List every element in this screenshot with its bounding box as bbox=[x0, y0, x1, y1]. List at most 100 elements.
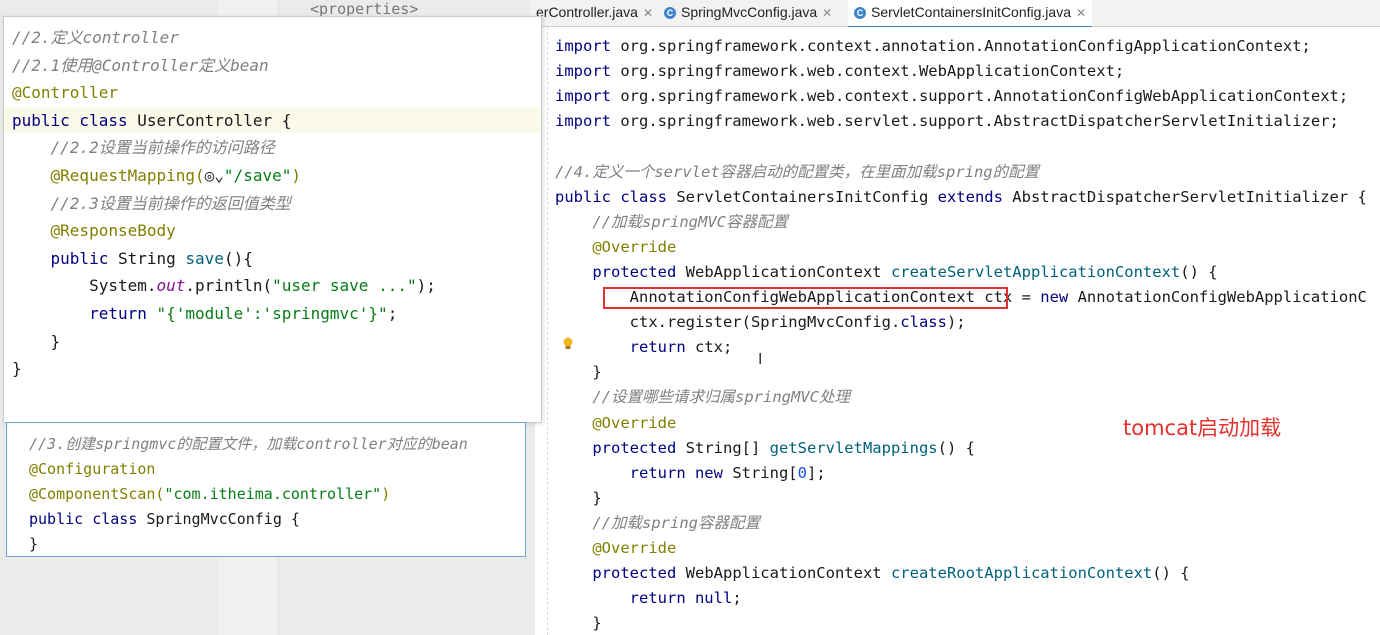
code-token: //2.定义controller bbox=[12, 28, 179, 47]
code-token: getServletMappings bbox=[769, 438, 938, 457]
code-token: () { bbox=[937, 438, 975, 457]
code-line: @Configuration bbox=[29, 457, 155, 482]
close-icon[interactable]: ✕ bbox=[1076, 6, 1086, 20]
code-token: @ComponentScan( bbox=[29, 485, 165, 503]
code-token: ) bbox=[291, 166, 301, 185]
code-token: public class bbox=[555, 187, 677, 206]
code-token: String[] bbox=[685, 438, 770, 457]
code-token: ServletContainersInitConfig bbox=[676, 187, 938, 206]
code-token: out bbox=[156, 276, 186, 296]
code-line: //加载springMVC容器配置 bbox=[555, 210, 788, 235]
code-line: //2.2设置当前操作的访问路径 bbox=[12, 135, 275, 160]
code-token: org.springframework.web.context.WebAppli… bbox=[620, 62, 1125, 81]
code-token: } bbox=[555, 488, 602, 507]
code-line: @ResponseBody bbox=[12, 218, 176, 243]
code-token: public bbox=[50, 248, 118, 268]
code-token: import bbox=[555, 37, 621, 55]
lightbulb-icon[interactable] bbox=[562, 337, 574, 351]
code-token: } bbox=[555, 363, 602, 382]
code-token: WebApplicationContext bbox=[685, 262, 891, 281]
code-token: org.springframework.web.context.support.… bbox=[620, 87, 1349, 106]
code-line: public class UserController { bbox=[12, 108, 291, 133]
code-token: () { bbox=[1152, 564, 1190, 583]
code-token: AnnotationConfigWebApplicationC bbox=[1077, 288, 1367, 306]
code-token: @RequestMapping( bbox=[50, 166, 205, 185]
code-line: //设置哪些请求归属springMVC处理 bbox=[555, 385, 850, 410]
code-token: { bbox=[281, 110, 292, 130]
close-icon[interactable]: ✕ bbox=[643, 6, 653, 20]
code-token: ctx; bbox=[694, 338, 733, 357]
code-token: new bbox=[1040, 288, 1078, 306]
code-token: return null bbox=[629, 589, 733, 608]
code-token: } bbox=[29, 535, 39, 553]
code-line: return ctx; bbox=[555, 335, 733, 360]
code-token: ; bbox=[387, 304, 398, 323]
code-line: protected String[] getServletMappings() … bbox=[555, 436, 975, 461]
code-line: } bbox=[12, 356, 22, 381]
code-token: protected bbox=[592, 564, 686, 583]
code-token: ctx.register(SpringMvcConfig. bbox=[555, 313, 901, 332]
code-line: //2.3设置当前操作的返回值类型 bbox=[12, 191, 291, 216]
text-cursor-icon: I bbox=[758, 350, 763, 368]
code-token: } bbox=[555, 614, 602, 633]
code-token: @Override bbox=[592, 539, 677, 557]
code-line: return null; bbox=[555, 586, 742, 611]
code-token: ]; bbox=[806, 463, 826, 482]
code-line: import org.springframework.web.context.W… bbox=[555, 59, 1124, 84]
code-token: org.springframework.web.servlet.support.… bbox=[620, 112, 1339, 131]
code-line: //4.定义一个servlet容器启动的配置类，在里面加载spring的配置 bbox=[555, 160, 1039, 185]
code-token: //加载spring容器配置 bbox=[592, 513, 760, 532]
code-line: } bbox=[555, 486, 602, 511]
code-token: return new bbox=[629, 463, 733, 482]
code-line: ctx.register(SpringMvcConfig.class); bbox=[555, 310, 966, 335]
code-token: "user save ..." bbox=[272, 276, 417, 296]
code-line: protected WebApplicationContext createRo… bbox=[555, 561, 1190, 586]
code-token: WebApplicationContext bbox=[685, 564, 891, 583]
code-token: } bbox=[12, 359, 22, 379]
code-token: @Configuration bbox=[29, 460, 156, 478]
code-token: String[ bbox=[732, 463, 798, 482]
spring-mvc-config-code-panel: //3.创建springmvc的配置文件，加载controller对应的bean… bbox=[6, 422, 526, 557]
code-line: } bbox=[555, 360, 602, 385]
code-line: //2.1使用@Controller定义bean bbox=[12, 53, 269, 78]
code-line: protected WebApplicationContext createSe… bbox=[555, 260, 1218, 285]
user-controller-code-panel: //2.定义controller //2.1使用@Controller定义bean… bbox=[3, 16, 542, 423]
code-line: import org.springframework.web.context.s… bbox=[555, 84, 1348, 109]
code-token: return bbox=[629, 338, 695, 357]
tab-spring-mvc-config[interactable]: C SpringMvcConfig.java ✕ bbox=[658, 0, 838, 26]
tab-servlet-containers-init-config[interactable]: C ServletContainersInitConfig.java ✕ bbox=[848, 0, 1093, 29]
code-token: //4.定义一个servlet容器启动的配置类，在里面加载spring的配置 bbox=[555, 162, 1040, 181]
code-token: extends bbox=[937, 187, 1013, 206]
code-line: public String save(){ bbox=[12, 246, 253, 271]
code-line: import org.springframework.web.servlet.s… bbox=[555, 109, 1339, 134]
code-token: @Controller bbox=[12, 83, 118, 103]
code-line: //加载spring容器配置 bbox=[555, 511, 760, 536]
code-line: //2.定义controller bbox=[12, 25, 179, 50]
code-token: .println( bbox=[185, 276, 273, 296]
code-line: return new String[0]; bbox=[555, 461, 826, 486]
code-line: } bbox=[12, 329, 61, 354]
code-token: ); bbox=[416, 276, 436, 296]
close-icon[interactable]: ✕ bbox=[822, 6, 832, 20]
code-token: } bbox=[12, 331, 61, 351]
code-editor-servlet-config[interactable]: import org.springframework.context.annot… bbox=[535, 27, 1380, 635]
code-token: return bbox=[89, 304, 157, 323]
code-token: org.springframework.context.annotation.A… bbox=[620, 37, 1311, 55]
code-token: //2.1使用@Controller定义bean bbox=[12, 55, 269, 75]
code-token: class bbox=[900, 313, 947, 332]
code-token: () { bbox=[1180, 262, 1218, 281]
code-token: @Override bbox=[592, 237, 677, 256]
tab-user-controller[interactable]: erController.java ✕ bbox=[530, 0, 659, 26]
